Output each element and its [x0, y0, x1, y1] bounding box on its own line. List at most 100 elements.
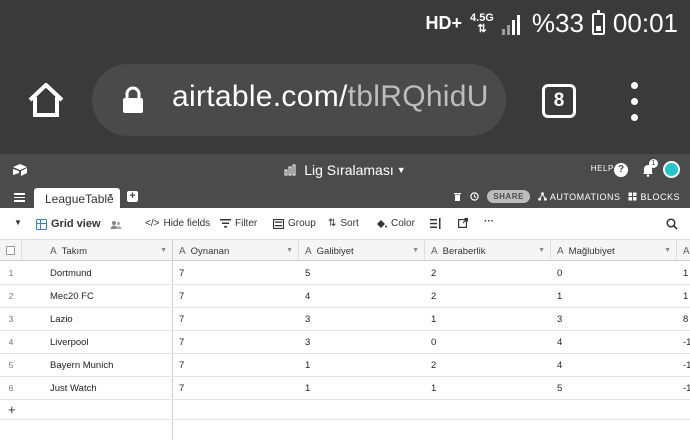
cell-maglubiyet[interactable]: 0	[551, 262, 677, 284]
cell-takim[interactable]: Just Watch	[44, 377, 172, 399]
automations-icon	[538, 192, 547, 201]
plus-icon: +	[8, 402, 16, 417]
filter-button[interactable]: Filter	[220, 218, 257, 229]
chevron-down-icon[interactable]: ▼	[664, 247, 671, 254]
cell-oynanan[interactable]: 7	[173, 354, 299, 376]
cell-maglubiyet[interactable]: 3	[551, 308, 677, 330]
column-header-oynanan[interactable]: A Oynanan ▼	[173, 240, 299, 261]
cell-oynanan[interactable]: 7	[173, 331, 299, 353]
tab-leaguetable[interactable]: LeagueTable ▼	[34, 188, 120, 208]
table-row[interactable]: 5 Bayern Munich 7 1 2 4 -1	[0, 354, 690, 377]
cell-galibiyet[interactable]: 1	[299, 377, 425, 399]
cell-oynanan[interactable]: 7	[173, 377, 299, 399]
menu-icon[interactable]	[14, 193, 25, 202]
row-number: 1	[8, 268, 14, 278]
row-height-button[interactable]	[430, 218, 441, 229]
view-toolbar: ▼ Grid view </> Hide fields Filter Group…	[0, 208, 690, 240]
share-view-button[interactable]	[458, 218, 468, 228]
chevron-down-icon[interactable]: ▼	[538, 247, 545, 254]
search-button[interactable]	[666, 218, 678, 230]
battery-icon	[591, 9, 605, 35]
automations-button[interactable]: AUTOMATIONS	[538, 192, 621, 202]
cell-next[interactable]: 1	[677, 285, 690, 307]
cell-next[interactable]: 8	[677, 308, 690, 330]
group-button[interactable]: Group	[273, 218, 316, 229]
blocks-button[interactable]: BLOCKS	[628, 192, 680, 202]
network-type: HD+	[425, 13, 463, 33]
table-row[interactable]: 2 Mec20 FC 7 4 2 1 1	[0, 285, 690, 308]
home-icon[interactable]	[26, 80, 66, 120]
select-all-cell[interactable]	[0, 240, 22, 261]
browser-menu-icon[interactable]	[626, 82, 642, 122]
row-number: 3	[8, 314, 14, 324]
hide-fields-button[interactable]: </> Hide fields	[145, 218, 210, 229]
cell-takim[interactable]: Bayern Munich	[44, 354, 172, 376]
cell-beraberlik[interactable]: 2	[425, 354, 551, 376]
cell-next[interactable]: -1	[677, 331, 690, 353]
more-options-button[interactable]: ···	[484, 216, 494, 227]
signal-icon	[501, 13, 524, 35]
column-header-galibiyet[interactable]: A Galibiyet ▼	[299, 240, 425, 261]
cell-galibiyet[interactable]: 4	[299, 285, 425, 307]
collaborators-icon	[110, 220, 122, 229]
cell-galibiyet[interactable]: 3	[299, 308, 425, 330]
table-row[interactable]: 6 Just Watch 7 1 1 5 -1	[0, 377, 690, 400]
cell-takim[interactable]: Mec20 FC	[44, 285, 172, 307]
cell-galibiyet[interactable]: 3	[299, 331, 425, 353]
table-row[interactable]: 1 Dortmund 7 5 2 0 1	[0, 262, 690, 285]
add-table-button[interactable]: +	[127, 191, 138, 202]
sort-button[interactable]: ⇅ Sort	[328, 218, 359, 229]
select-all-checkbox[interactable]	[6, 246, 15, 255]
table-row[interactable]: 3 Lazio 7 3 1 3 8	[0, 308, 690, 331]
cell-next[interactable]: -1	[677, 354, 690, 376]
data-grid: A Takım ▼ A Oynanan ▼ A Galibiyet ▼ A Beraberli…	[0, 240, 690, 440]
share-button[interactable]: SHARE	[487, 190, 530, 203]
battery-percent: %33	[531, 8, 584, 38]
cell-beraberlik[interactable]: 2	[425, 285, 551, 307]
cell-takim[interactable]: Dortmund	[44, 262, 172, 284]
table-row[interactable]: 4 Liverpool 7 3 0 4 -1	[0, 331, 690, 354]
add-row-button[interactable]: +	[0, 399, 690, 420]
color-button[interactable]: Color	[376, 218, 415, 229]
column-header-beraberlik[interactable]: A Beraberlik ▼	[425, 240, 551, 261]
cell-maglubiyet[interactable]: 4	[551, 354, 677, 376]
cell-maglubiyet[interactable]: 1	[551, 285, 677, 307]
text-field-icon: A	[557, 246, 564, 257]
cell-maglubiyet[interactable]: 5	[551, 377, 677, 399]
avatar[interactable]	[663, 161, 680, 178]
chevron-down-icon[interactable]: ▼	[160, 247, 167, 254]
cell-next[interactable]: -1	[677, 377, 690, 399]
text-field-icon: A	[683, 246, 690, 257]
cell-beraberlik[interactable]: 1	[425, 308, 551, 330]
column-header-takim[interactable]: A Takım ▼	[44, 240, 172, 261]
cell-next[interactable]: 1	[677, 262, 690, 284]
chevron-down-icon[interactable]: ▼	[286, 247, 293, 254]
base-title[interactable]: Lig Sıralaması ▼	[0, 162, 690, 178]
trash-icon[interactable]	[453, 192, 462, 201]
browser-toolbar: airtable.com/tblRQhidU 8	[0, 50, 690, 154]
history-icon[interactable]	[470, 192, 479, 201]
cell-oynanan[interactable]: 7	[173, 285, 299, 307]
help-label[interactable]: HELP	[591, 164, 614, 173]
view-switcher[interactable]: Grid view	[36, 218, 122, 230]
cell-galibiyet[interactable]: 1	[299, 354, 425, 376]
column-header-next[interactable]: A	[677, 240, 690, 261]
cell-beraberlik[interactable]: 0	[425, 331, 551, 353]
tab-switcher-button[interactable]: 8	[542, 84, 576, 118]
column-header-maglubiyet[interactable]: A Mağlubiyet ▼	[551, 240, 677, 261]
network-generation: 4.5G ⇅	[470, 11, 494, 35]
views-toggle-button[interactable]: ▼	[14, 218, 22, 227]
cell-oynanan[interactable]: 7	[173, 262, 299, 284]
cell-beraberlik[interactable]: 1	[425, 377, 551, 399]
cell-takim[interactable]: Liverpool	[44, 331, 172, 353]
notification-badge: 1	[649, 159, 658, 168]
cell-takim[interactable]: Lazio	[44, 308, 172, 330]
cell-oynanan[interactable]: 7	[173, 308, 299, 330]
cell-maglubiyet[interactable]: 4	[551, 331, 677, 353]
url-bar[interactable]: airtable.com/tblRQhidU	[92, 64, 506, 136]
row-number: 6	[8, 383, 14, 393]
cell-galibiyet[interactable]: 5	[299, 262, 425, 284]
help-icon[interactable]: ?	[614, 163, 628, 177]
cell-beraberlik[interactable]: 2	[425, 262, 551, 284]
chevron-down-icon[interactable]: ▼	[412, 247, 419, 254]
